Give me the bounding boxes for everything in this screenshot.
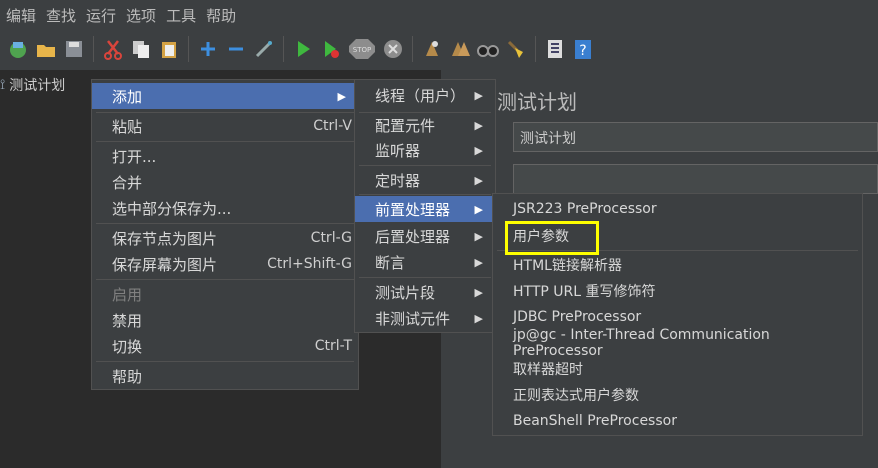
shutdown-icon[interactable] [381,37,405,61]
chevron-right-icon: ▶ [474,202,483,216]
chevron-right-icon: ▶ [474,285,483,299]
plus-icon[interactable] [196,37,220,61]
menu-options[interactable]: 选项 [120,5,160,26]
menu-search[interactable]: 查找 [40,5,80,26]
submenu-item-non-test-element[interactable]: 非测试元件 ▶ [355,305,495,331]
svg-text:?: ? [579,43,586,59]
menu-separator [359,165,491,166]
stop-icon[interactable]: STOP [347,37,377,61]
toolbar: STOP ? [0,30,878,68]
menu-tools[interactable]: 工具 [160,5,200,26]
menu-separator [96,223,354,224]
open-icon[interactable] [6,37,30,61]
broom-icon[interactable] [504,37,528,61]
menu-run[interactable]: 运行 [80,5,120,26]
menu-item-enable: 启用 [112,285,143,304]
chevron-right-icon: ▶ [474,229,483,243]
submenu-item-threads[interactable]: 线程（用户） ▶ [355,82,495,108]
clear-icon[interactable] [420,37,444,61]
search-icon[interactable] [476,37,500,61]
menu-item-merge[interactable]: 合并 [92,169,358,195]
minus-icon[interactable] [224,37,248,61]
menu-edit[interactable]: 编辑 [0,5,40,26]
start-no-pause-icon[interactable] [319,37,343,61]
chevron-right-icon: ▶ [474,173,483,187]
menu-item-save-node-image[interactable]: 保存节点为图片 Ctrl-G [92,225,358,251]
submenu-item-assertion[interactable]: 断言 ▶ [355,249,495,275]
name-field[interactable]: 测试计划 [513,122,878,152]
submenu-item-beanshell[interactable]: BeanShell PreProcessor [493,408,862,434]
svg-text:STOP: STOP [353,46,371,54]
tree-item-label: 测试计划 [9,78,66,94]
submenu-item-sample-timeout[interactable]: 取样器超时 [493,356,862,382]
wand-icon[interactable] [252,37,276,61]
menu-help[interactable]: 帮助 [200,5,240,26]
help-icon[interactable]: ? [571,37,595,61]
menu-item-save-screen-image[interactable]: 保存屏幕为图片 Ctrl+Shift-G [92,251,358,277]
menu-separator [359,277,491,278]
clear-all-icon[interactable] [448,37,472,61]
submenu-item-test-fragment[interactable]: 测试片段 ▶ [355,279,495,305]
page-title: 测试计划 [497,90,577,114]
menu-item-open[interactable]: 打开... [92,143,358,169]
folder-icon[interactable] [34,37,58,61]
menu-separator [96,141,354,142]
submenu-item-pre-processor[interactable]: 前置处理器 ▶ [355,196,495,222]
submenu-item-inter-thread[interactable]: jp@gc - Inter-Thread Communication PrePr… [493,327,862,359]
menu-item-toggle[interactable]: 切换 Ctrl-T [92,333,358,359]
submenu-item-config-element[interactable]: 配置元件 ▶ [355,112,495,138]
menu-item-paste[interactable]: 粘贴 Ctrl-V [92,113,358,139]
list-icon[interactable] [543,37,567,61]
copy-icon[interactable] [129,37,153,61]
menu-separator [96,361,354,362]
submenu-item-post-processor[interactable]: 后置处理器 ▶ [355,223,495,249]
chevron-right-icon: ▶ [474,118,483,132]
tree-item-test-plan[interactable]: ⟟ 测试计划 [0,74,65,96]
paste-icon[interactable] [157,37,181,61]
comment-field[interactable] [513,164,878,194]
test-plan-icon: ⟟ [0,77,6,93]
toolbar-separator [93,36,94,62]
chevron-right-icon: ▶ [474,255,483,269]
menu-item-save-selection-as[interactable]: 选中部分保存为... [92,195,358,221]
menu-item-add[interactable]: 添加 ▶ [92,83,358,109]
menu-separator [96,279,354,280]
menu-separator [359,194,491,195]
chevron-right-icon: ▶ [337,89,346,103]
toolbar-separator [283,36,284,62]
submenu-item-timer[interactable]: 定时器 ▶ [355,167,495,193]
toolbar-separator [188,36,189,62]
chevron-right-icon: ▶ [474,311,483,325]
toolbar-separator [412,36,413,62]
chevron-right-icon: ▶ [474,88,483,102]
submenu-item-http-url-rewriting[interactable]: HTTP URL 重写修饰符 [493,278,862,304]
submenu-item-listener[interactable]: 监听器 ▶ [355,137,495,163]
chevron-right-icon: ▶ [474,143,483,157]
cut-icon[interactable] [101,37,125,61]
highlight-box [505,221,599,255]
save-icon[interactable] [62,37,86,61]
context-menu: 添加 ▶ 粘贴 Ctrl-V 打开... 合并 选中部分保存为... 保存节点为图片… [91,79,359,390]
submenu-item-regex-user-parameters[interactable]: 正则表达式用户参数 [493,382,862,408]
add-submenu: 线程（用户） ▶ 配置元件 ▶ 监听器 ▶ 定时器 ▶ 前置处理器 ▶ 后置处理器 ▶ 断言… [354,79,496,333]
menu-item-help[interactable]: 帮助 [92,363,358,389]
submenu-item-html-link-parser[interactable]: HTML链接解析器 [493,252,862,278]
start-icon[interactable] [291,37,315,61]
submenu-item-jsr223[interactable]: JSR223 PreProcessor [493,196,862,222]
toolbar-separator [535,36,536,62]
menu-bar: 编辑 查找 运行 选项 工具 帮助 [0,0,878,30]
menu-item-disable[interactable]: 禁用 [92,307,358,333]
